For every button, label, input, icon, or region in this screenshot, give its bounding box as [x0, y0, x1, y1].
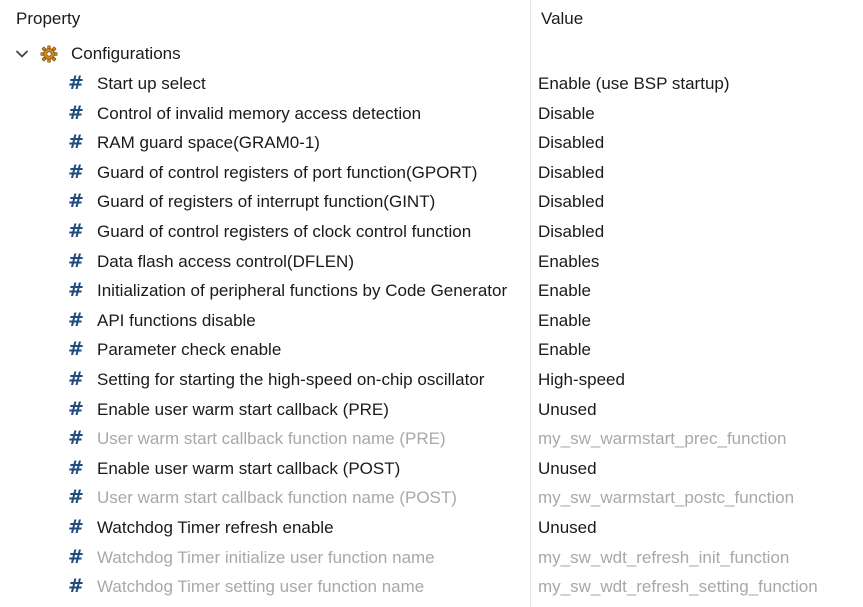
- property-name: Guard of control registers of clock cont…: [97, 221, 472, 241]
- hash-icon: #: [68, 427, 84, 450]
- hash-icon: #: [68, 308, 84, 331]
- property-value[interactable]: Disabled: [538, 192, 858, 212]
- hash-icon: #: [68, 486, 84, 509]
- property-row[interactable]: # Enable user warm start callback (POST) U…: [0, 454, 863, 484]
- property-name: Data flash access control(DFLEN): [97, 251, 354, 271]
- property-name: RAM guard space(GRAM0-1): [97, 133, 320, 153]
- property-column-header[interactable]: Property: [16, 9, 80, 29]
- value-column-header[interactable]: Value: [541, 9, 583, 29]
- property-row[interactable]: # RAM guard space(GRAM0-1) Disabled: [0, 128, 863, 158]
- property-row[interactable]: # Data flash access control(DFLEN) Enables: [0, 247, 863, 277]
- property-row[interactable]: # User warm start callback function name …: [0, 424, 863, 454]
- chevron-down-icon[interactable]: [15, 47, 29, 61]
- hash-icon: #: [68, 101, 84, 124]
- property-name: User warm start callback function name (…: [97, 488, 457, 508]
- property-row[interactable]: # Setting for starting the high-speed on-…: [0, 365, 863, 395]
- property-name: Watchdog Timer setting user function nam…: [97, 577, 425, 597]
- hash-icon: #: [68, 338, 84, 361]
- property-row[interactable]: # Initialization of peripheral functions …: [0, 276, 863, 306]
- property-name: API functions disable: [97, 310, 256, 330]
- hash-icon: #: [68, 219, 84, 242]
- property-row[interactable]: # Enable user warm start callback (PRE) Un…: [0, 395, 863, 425]
- hash-icon: #: [68, 160, 84, 183]
- property-row[interactable]: # Guard of control registers of port func…: [0, 158, 863, 188]
- property-name: Initialization of peripheral functions b…: [97, 281, 508, 301]
- property-name: Guard of control registers of port funct…: [97, 162, 478, 182]
- property-value[interactable]: Unused: [538, 459, 858, 479]
- hash-icon: #: [68, 575, 84, 598]
- table-header: Property Value: [0, 0, 863, 38]
- group-label: Configurations: [71, 44, 181, 63]
- hash-icon: #: [68, 279, 84, 302]
- property-value[interactable]: Disabled: [538, 133, 858, 153]
- property-value[interactable]: High-speed: [538, 370, 858, 390]
- property-value[interactable]: Enable (use BSP startup): [538, 74, 858, 94]
- property-name: Parameter check enable: [97, 340, 282, 360]
- hash-icon: #: [68, 367, 84, 390]
- property-name: Watchdog Timer initialize user function …: [97, 547, 435, 567]
- property-row[interactable]: # Watchdog Timer refresh enable Unused: [0, 513, 863, 543]
- hash-icon: #: [68, 397, 84, 420]
- property-value[interactable]: Enable: [538, 340, 858, 360]
- property-value[interactable]: my_sw_wdt_refresh_setting_function: [538, 577, 858, 597]
- property-row[interactable]: # API functions disable Enable: [0, 306, 863, 336]
- property-value[interactable]: Disable: [538, 104, 858, 124]
- property-value[interactable]: Unused: [538, 400, 858, 420]
- property-name: Control of invalid memory access detecti…: [97, 103, 422, 123]
- property-row[interactable]: # Guard of control registers of clock con…: [0, 217, 863, 247]
- property-rows: # Start up select Enable (use BSP startup)…: [0, 69, 863, 602]
- gear-icon: [40, 45, 58, 63]
- property-value[interactable]: Disabled: [538, 222, 858, 242]
- property-value[interactable]: Enables: [538, 252, 858, 272]
- property-row[interactable]: # Control of invalid memory access detect…: [0, 99, 863, 129]
- property-value[interactable]: Enable: [538, 311, 858, 331]
- hash-icon: #: [68, 131, 84, 154]
- property-name: User warm start callback function name (…: [97, 429, 446, 449]
- property-row[interactable]: # Parameter check enable Enable: [0, 335, 863, 365]
- property-value[interactable]: Unused: [538, 518, 858, 538]
- property-value[interactable]: my_sw_warmstart_prec_function: [538, 429, 858, 449]
- property-name: Enable user warm start callback (POST): [97, 458, 401, 478]
- property-row[interactable]: # Watchdog Timer initialize user function…: [0, 543, 863, 573]
- properties-table: Property Value Configurations # Start up …: [0, 0, 863, 607]
- property-row[interactable]: # User warm start callback function name …: [0, 483, 863, 513]
- hash-icon: #: [68, 190, 84, 213]
- property-value[interactable]: Disabled: [538, 163, 858, 183]
- hash-icon: #: [68, 515, 84, 538]
- property-value[interactable]: Enable: [538, 281, 858, 301]
- property-value[interactable]: my_sw_wdt_refresh_init_function: [538, 548, 858, 568]
- hash-icon: #: [68, 456, 84, 479]
- property-name: Enable user warm start callback (PRE): [97, 399, 389, 419]
- group-configurations[interactable]: Configurations: [0, 40, 863, 68]
- property-name: Setting for starting the high-speed on-c…: [97, 369, 485, 389]
- property-row[interactable]: # Watchdog Timer setting user function na…: [0, 572, 863, 602]
- hash-icon: #: [68, 545, 84, 568]
- property-row[interactable]: # Start up select Enable (use BSP startup): [0, 69, 863, 99]
- property-value[interactable]: my_sw_warmstart_postc_function: [538, 488, 858, 508]
- property-name: Guard of registers of interrupt function…: [97, 192, 436, 212]
- property-row[interactable]: # Guard of registers of interrupt functio…: [0, 187, 863, 217]
- property-name: Start up select: [97, 74, 206, 93]
- property-name: Watchdog Timer refresh enable: [97, 517, 334, 537]
- hash-icon: #: [68, 249, 84, 272]
- hash-icon: #: [68, 72, 84, 94]
